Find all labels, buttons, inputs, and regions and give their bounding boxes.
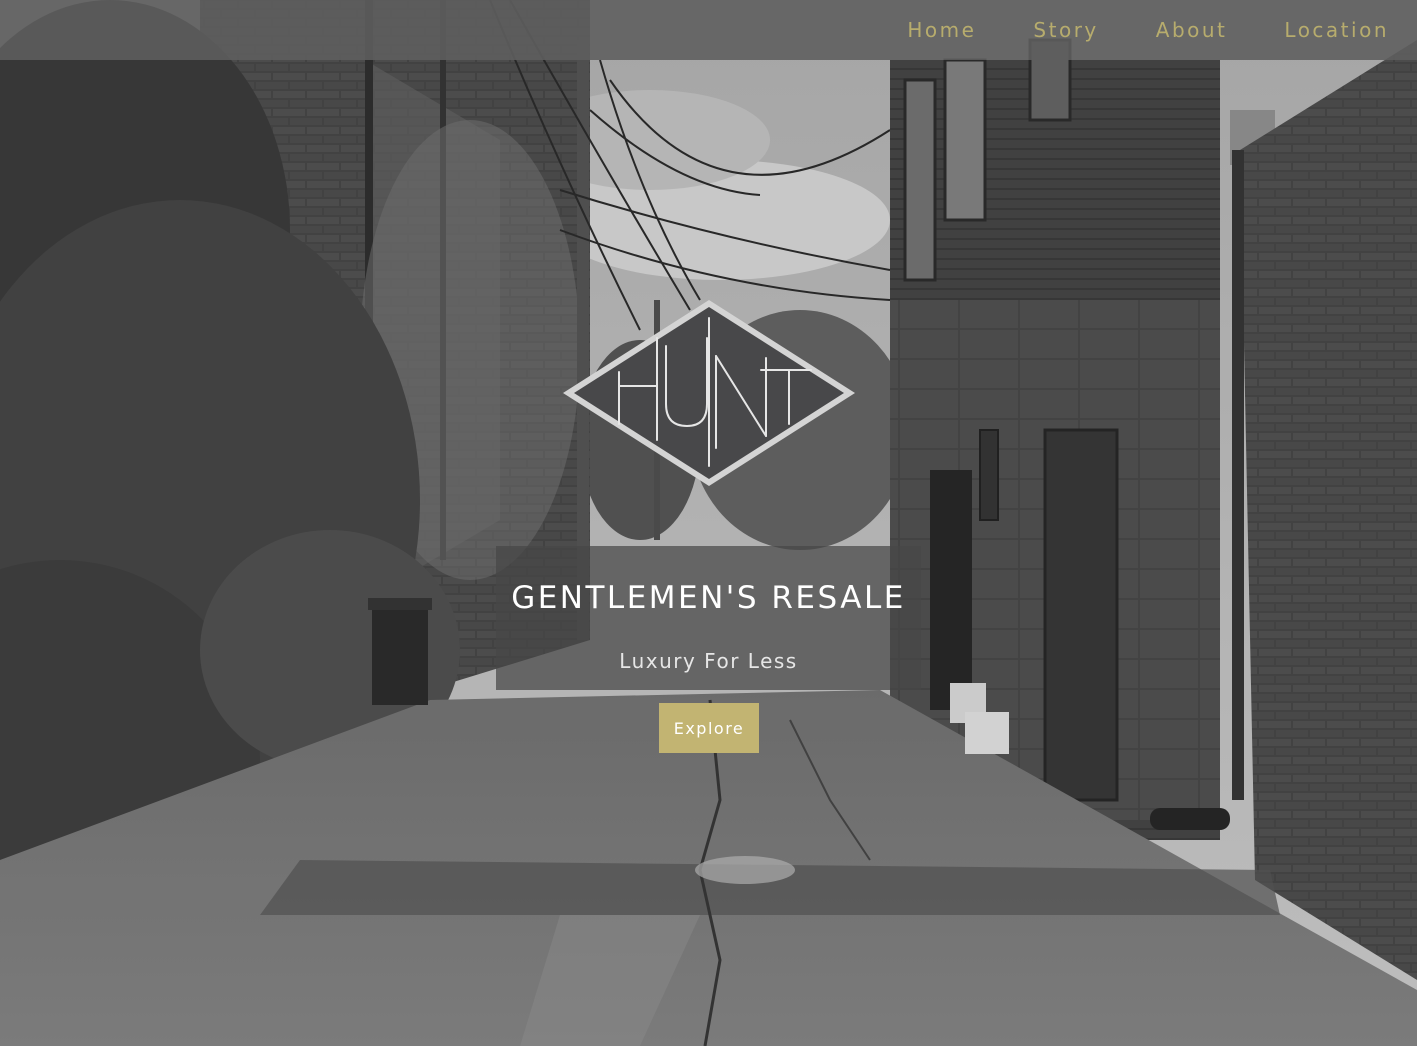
hero-title: GENTLEMEN'S RESALE (511, 580, 906, 616)
page: Home Story About Location GENTLEMEN'S RE… (0, 0, 1417, 1046)
explore-button[interactable]: Explore (659, 703, 759, 753)
nav-link-location[interactable]: Location (1284, 18, 1389, 42)
nav-link-about[interactable]: About (1156, 18, 1228, 42)
top-navbar: Home Story About Location (0, 0, 1417, 60)
nav-menu: Home Story About Location (850, 0, 1389, 60)
hero-subtitle: Luxury For Less (619, 649, 798, 673)
hero-banner: GENTLEMEN'S RESALE Luxury For Less (496, 546, 921, 690)
hunt-logo-icon (563, 300, 855, 486)
background-photo (0, 0, 1417, 1046)
nav-link-home[interactable]: Home (907, 18, 976, 42)
nav-link-story[interactable]: Story (1033, 18, 1098, 42)
